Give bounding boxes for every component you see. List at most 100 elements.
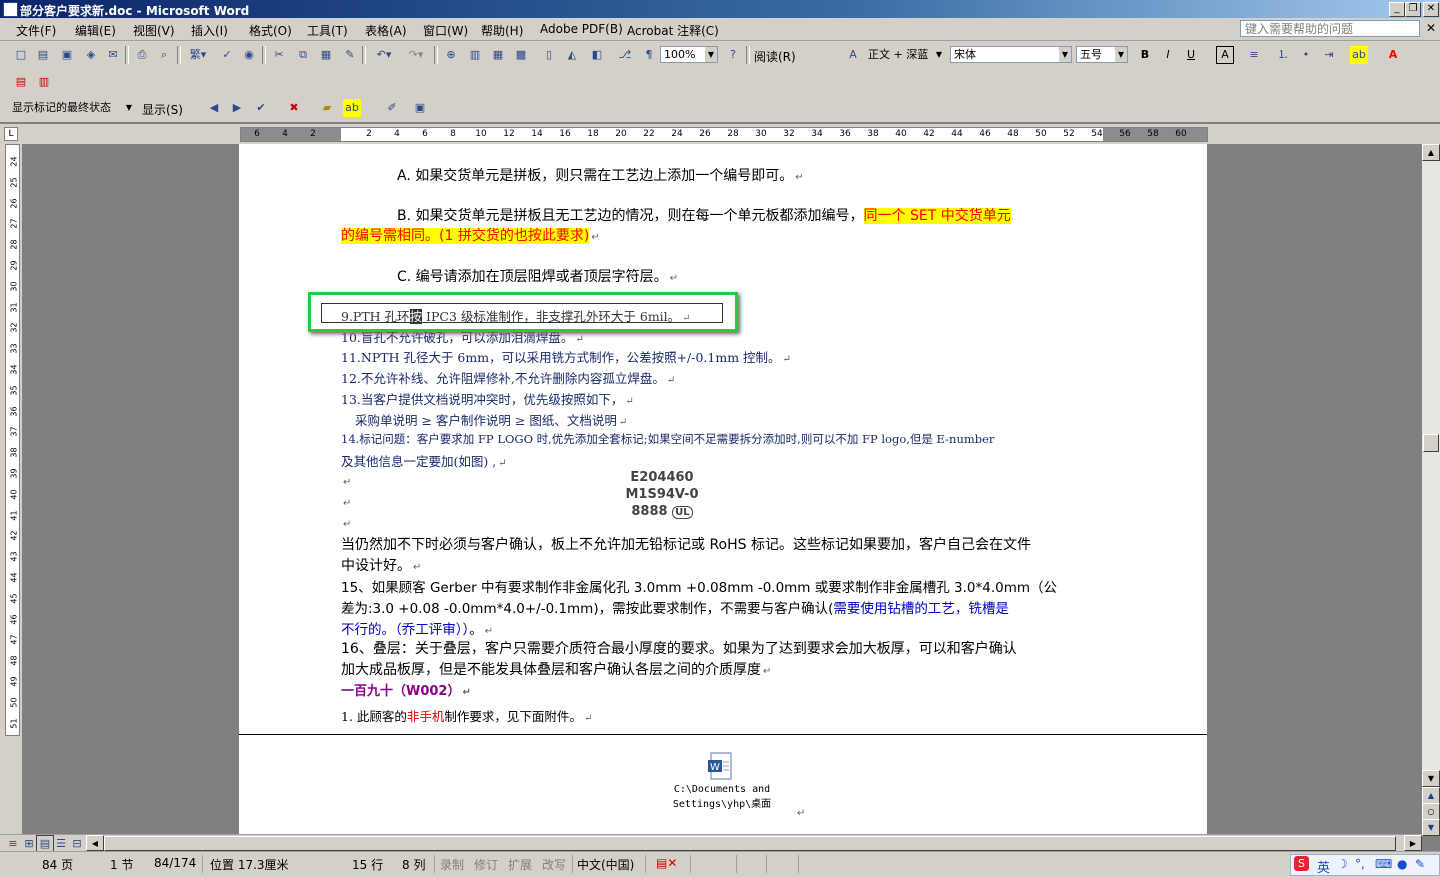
- vertical-scrollbar[interactable]: ▲ ▼ ▲ ○ ▼: [1422, 144, 1440, 836]
- undo-icon[interactable]: ↶▾: [370, 46, 398, 64]
- research-icon[interactable]: ◉: [240, 46, 258, 64]
- settings-wrench-icon[interactable]: ✎: [1415, 857, 1425, 871]
- horizontal-scroll-thumb[interactable]: [104, 836, 1396, 851]
- status-extend[interactable]: 扩展: [508, 856, 532, 873]
- menu-file[interactable]: 文件(F): [16, 22, 56, 39]
- drawing-icon[interactable]: ◭: [563, 46, 581, 64]
- restore-button[interactable]: ❐: [1405, 2, 1421, 17]
- paragraph-rohs-line2[interactable]: 中设计好。 ↵: [341, 555, 421, 575]
- document-map-icon[interactable]: ◧: [588, 46, 606, 64]
- soft-keyboard-icon[interactable]: ⌨: [1375, 857, 1392, 871]
- highlight-icon[interactable]: ab: [1350, 46, 1368, 64]
- item-12[interactable]: 12.不允许补线、允许阻焊修补,不允许删除内容孤立焊盘。 ↵: [341, 368, 675, 387]
- next-change-icon[interactable]: ▶: [228, 99, 246, 117]
- paragraph-b-line1[interactable]: B. 如果交货单元是拼板且无工艺边的情况，则在每一个单元板都添加编号，同一个 S…: [397, 205, 1011, 225]
- menu-format[interactable]: 格式(O): [249, 22, 292, 39]
- help-icon[interactable]: ?: [724, 46, 742, 64]
- status-language[interactable]: 中文(中国): [577, 856, 634, 873]
- status-track-changes[interactable]: 修订: [474, 856, 498, 873]
- new-comment-icon[interactable]: ▰: [318, 99, 336, 117]
- menu-acrobat-comments[interactable]: Acrobat 注释(C): [627, 22, 719, 39]
- menu-view[interactable]: 视图(V): [133, 22, 175, 39]
- show-menu-button[interactable]: 显示(S): [142, 101, 183, 118]
- character-border-button[interactable]: A: [1216, 46, 1234, 64]
- chevron-down-icon[interactable]: ▼: [1059, 47, 1071, 62]
- document-page[interactable]: A. 如果交货单元是拼板，则只需在工艺边上添加一个编号即可。 ↵ B. 如果交货单…: [239, 144, 1207, 834]
- item-15-line3[interactable]: 不行的。（乔工评审））。 ↵: [341, 618, 493, 638]
- empty-paragraph[interactable]: ↵: [341, 473, 351, 489]
- item-16-line2[interactable]: 加大成品板厚，但是不能发具体叠层和客户确认各层之间的介质厚度 ↵: [341, 659, 771, 679]
- paste-icon[interactable]: ▦: [317, 46, 335, 64]
- show-hide-icon[interactable]: ⎇: [616, 46, 634, 64]
- minimize-button[interactable]: _: [1389, 2, 1405, 17]
- print-preview-icon[interactable]: ⌕: [155, 46, 173, 64]
- convert-to-pdf-icon[interactable]: ▤: [12, 73, 30, 91]
- track-changes-icon[interactable]: ✐: [383, 99, 401, 117]
- styles-icon[interactable]: A: [844, 46, 862, 64]
- bold-button[interactable]: B: [1136, 46, 1154, 64]
- item-13[interactable]: 13.当客户提供文档说明冲突时，优先级按照如下， ↵: [341, 389, 634, 408]
- embedded-file-label[interactable]: C:\Documents and Settings\yhp\桌面: [672, 784, 772, 810]
- bullets-icon[interactable]: •: [1297, 46, 1315, 64]
- item-11[interactable]: 11.NPTH 孔径大于 6mm，可以采用铣方式制作，公差按照+/-0.1mm …: [341, 347, 791, 366]
- ime-toolbar[interactable]: S 英 ☽ °, ⌨ ● ✎: [1290, 854, 1440, 876]
- reject-change-icon[interactable]: ✖: [285, 99, 303, 117]
- email-icon[interactable]: ✉: [104, 46, 122, 64]
- paragraph-a[interactable]: A. 如果交货单元是拼板，则只需在工艺边上添加一个编号即可。 ↵: [397, 165, 804, 185]
- close-button[interactable]: ✕: [1423, 2, 1439, 17]
- word-document-icon[interactable]: W: [707, 752, 735, 782]
- sogou-ime-icon[interactable]: S: [1294, 856, 1309, 871]
- chevron-down-icon[interactable]: ▼: [705, 47, 717, 62]
- status-record[interactable]: 录制: [440, 856, 464, 873]
- print-icon[interactable]: ⎙: [133, 46, 151, 64]
- display-for-review-select[interactable]: 显示标记的最终状态 ▼: [8, 99, 136, 116]
- status-page[interactable]: 84 页: [42, 856, 73, 873]
- style-select[interactable]: 正文 + 深蓝 ▼: [864, 46, 946, 63]
- menu-help[interactable]: 帮助(H): [481, 22, 523, 39]
- menu-window[interactable]: 窗口(W): [423, 22, 468, 39]
- item-15-line2[interactable]: 差为:3.0 +0.08 -0.0mm*4.0+/-0.1mm)，需按此要求制作…: [341, 597, 1009, 617]
- next-page-button[interactable]: ▼: [1422, 819, 1440, 836]
- reviewing-pane-icon[interactable]: ▣: [411, 99, 429, 117]
- scroll-thumb[interactable]: [1423, 434, 1439, 452]
- item-16-line1[interactable]: 16、叠层：关于叠层，客户只需要介质符合最小厚度的要求。如果为了达到要求会加大板…: [341, 638, 1017, 658]
- columns-icon[interactable]: ▯: [540, 46, 558, 64]
- accept-change-icon[interactable]: ✔: [252, 99, 270, 117]
- hyperlink-icon[interactable]: ⊕: [442, 46, 460, 64]
- item-15-line1[interactable]: 15、如果顾客 Gerber 中有要求制作非金属化孔 3.0mm +0.08mm…: [341, 576, 1057, 596]
- close-document-icon[interactable]: ✕: [1426, 21, 1436, 35]
- help-search-input[interactable]: 键入需要帮助的问题: [1240, 20, 1420, 37]
- menu-tools[interactable]: 工具(T): [307, 22, 348, 39]
- status-overtype[interactable]: 改写: [542, 856, 566, 873]
- empty-paragraph[interactable]: ↵: [795, 804, 805, 820]
- horizontal-scrollbar[interactable]: ≡ ⊞ ▤ ☰ ⊟ ◀ ▶: [0, 834, 1422, 853]
- copy-icon[interactable]: ⧉: [294, 46, 312, 64]
- status-section[interactable]: 1 节: [110, 856, 133, 873]
- italic-button[interactable]: I: [1159, 46, 1177, 64]
- empty-paragraph[interactable]: ↵: [341, 515, 351, 531]
- paragraph-rohs-line1[interactable]: 当仍然加不下时必须与客户确认，板上不允许加无铅标记或 RoHS 标记。这些标记如…: [341, 534, 1031, 554]
- paragraph-b-line2[interactable]: 的编号需相同。(1 拼交货的也按此要求) ↵: [341, 225, 600, 245]
- menu-adobe-pdf[interactable]: Adobe PDF(B): [540, 22, 623, 36]
- vertical-ruler[interactable]: 24 25 26 27 28 29 30 31 32 33 34 35 36 37 38 39 40 41 42 43…: [0, 144, 22, 834]
- open-folder-icon[interactable]: ▤: [34, 46, 52, 64]
- tab-selector-icon[interactable]: L: [4, 127, 18, 141]
- item-1[interactable]: 1. 此顾客的非手机制作要求，见下面附件。 ↵: [341, 706, 592, 725]
- font-select[interactable]: 宋体 ▼: [950, 46, 1072, 63]
- select-browse-object-button[interactable]: ○: [1422, 803, 1440, 820]
- status-page-of[interactable]: 84/174: [154, 856, 196, 870]
- ul-marking-image[interactable]: E204460 M1S94V-0 8888 UL: [617, 469, 707, 525]
- halfwidth-icon[interactable]: ☽: [1337, 857, 1348, 871]
- save-icon[interactable]: ▣: [58, 46, 76, 64]
- menu-table[interactable]: 表格(A): [365, 22, 407, 39]
- status-line[interactable]: 15 行: [352, 856, 383, 873]
- previous-change-icon[interactable]: ◀: [205, 99, 223, 117]
- item-14-line2[interactable]: 及其他信息一定要加(如图) , ↵: [341, 451, 507, 470]
- item-14-line1[interactable]: 14.标记问题：客户要求加 FP LOGO 时,优先添加全套标记;如果空间不足需…: [341, 431, 994, 447]
- font-color-icon[interactable]: A: [1384, 46, 1402, 64]
- font-size-select[interactable]: 五号 ▼: [1076, 46, 1128, 63]
- scroll-right-button[interactable]: ▶: [1404, 835, 1422, 851]
- chevron-down-icon[interactable]: ▼: [1115, 47, 1127, 62]
- horizontal-ruler[interactable]: L 6 4 2 2 4 6 8 10 12 14 16 18 20 22 24 26 28 30 32 34 36 38 4…: [0, 124, 1440, 144]
- permission-icon[interactable]: ◈: [82, 46, 100, 64]
